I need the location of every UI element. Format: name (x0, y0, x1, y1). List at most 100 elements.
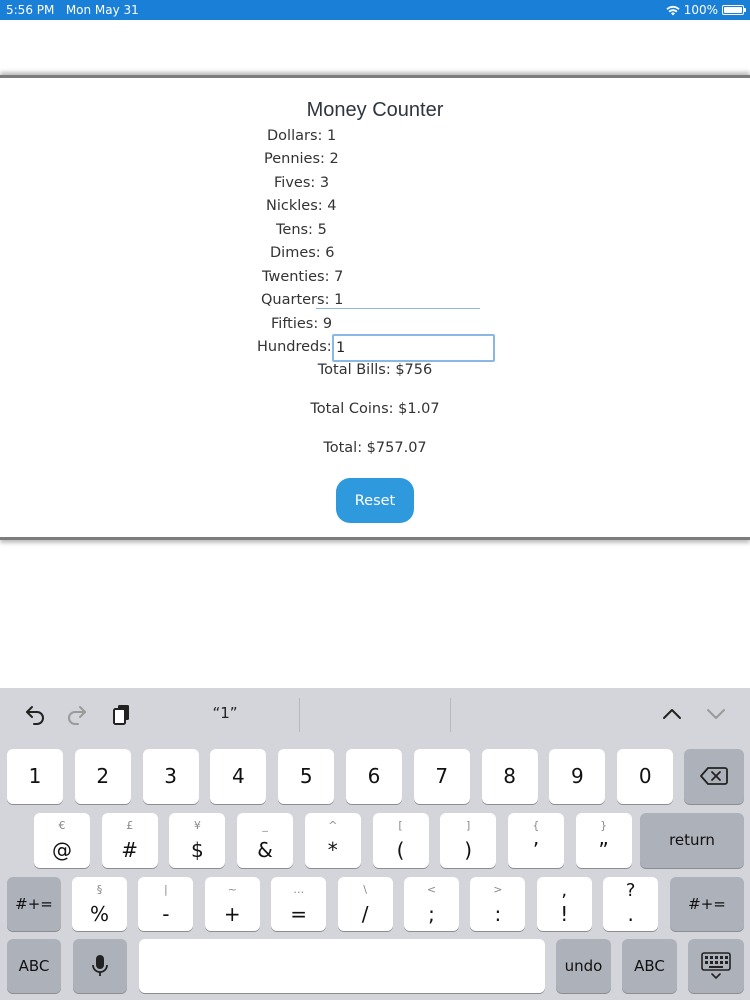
key-label: 5 (299, 764, 313, 788)
key-alt-label: £ (126, 819, 134, 832)
key-6[interactable]: 6 (346, 749, 402, 804)
hundreds-label: Hundreds: (257, 339, 332, 355)
key--[interactable]: | - (138, 877, 194, 931)
key-=[interactable]: … = (271, 877, 327, 931)
key-label: - (162, 902, 170, 926)
twenties-value[interactable]: 7 (334, 269, 343, 285)
nickles-value[interactable]: 4 (327, 198, 336, 214)
key-label: ABC (18, 957, 50, 975)
dismiss-keyboard-key[interactable] (688, 939, 744, 993)
key-5[interactable]: 5 (278, 749, 335, 804)
key-9[interactable]: 9 (549, 749, 606, 804)
key-/[interactable]: \ / (337, 877, 393, 931)
key-.[interactable]: .? (603, 877, 659, 931)
dollars-value[interactable]: 1 (327, 128, 336, 144)
key-label: . (627, 902, 634, 926)
battery-icon (722, 5, 746, 15)
abc-key-right[interactable]: ABC (622, 939, 677, 993)
dollars-label: Dollars: (267, 128, 323, 144)
key-;[interactable]: <; (404, 877, 459, 931)
key-secondary-label: ? (625, 880, 636, 901)
delete-key[interactable] (684, 749, 744, 804)
key-*[interactable]: ^ * (304, 813, 361, 868)
undo-key[interactable]: undo (556, 939, 611, 993)
key-&[interactable]: _ & (237, 813, 294, 868)
key-label: % (89, 902, 109, 926)
quarters-input-underline (316, 308, 480, 309)
key-label: $ (191, 838, 204, 862)
key-label: @ (52, 838, 72, 862)
key-alt-label: \ (363, 883, 367, 896)
key-8[interactable]: 8 (481, 749, 538, 804)
battery-percent: 100% (683, 3, 718, 17)
key-:[interactable]: >: (470, 877, 526, 931)
key-label: : (494, 902, 502, 926)
symbols-key-right[interactable]: #+= (670, 877, 744, 931)
grand-total: Total: $757.07 (323, 440, 427, 456)
key-alt-label: { (532, 819, 540, 832)
tens-label: Tens: (276, 222, 313, 238)
key-alt-label: _ (262, 819, 268, 832)
key-+[interactable]: ~ + (204, 877, 260, 931)
key-![interactable]: !, (536, 877, 592, 931)
tens-row: Tens: 5 (276, 222, 327, 238)
chevron-up-icon[interactable] (660, 702, 684, 726)
key-2[interactable]: 2 (74, 749, 131, 804)
dimes-value[interactable]: 6 (325, 245, 334, 261)
return-key[interactable]: return (640, 813, 744, 868)
key-alt-label: ] (466, 819, 471, 832)
space-key[interactable] (139, 939, 545, 993)
key-([interactable]: [( (372, 813, 429, 868)
key-label: 2 (96, 764, 110, 788)
pennies-row: Pennies: 2 (264, 151, 339, 167)
hundreds-input[interactable] (332, 334, 495, 362)
page-title: Money Counter (306, 99, 444, 121)
key-’[interactable]: {’ (507, 813, 564, 868)
key-label: ! (560, 902, 569, 926)
tens-value[interactable]: 5 (318, 222, 327, 238)
key-0[interactable]: 0 (617, 749, 674, 804)
key-alt-label: § (96, 883, 103, 896)
chevron-down-icon[interactable] (704, 702, 728, 726)
redo-icon[interactable] (64, 702, 90, 726)
total-bills: Total Bills: $756 (317, 362, 433, 378)
quarters-value[interactable]: 1 (334, 292, 343, 308)
microphone-icon (92, 955, 108, 976)
status-time: 5:56 PM Mon May 31 (6, 3, 139, 17)
key-$[interactable]: ¥ $ (169, 813, 226, 868)
fives-value[interactable]: 3 (320, 175, 329, 191)
key-#[interactable]: £ # (101, 813, 158, 868)
fifties-value[interactable]: 9 (323, 316, 332, 332)
symbols-key-left[interactable]: #+= (7, 877, 61, 931)
key-label: 1 (28, 764, 42, 788)
total-coins: Total Coins: $1.07 (310, 401, 440, 417)
dictation-key[interactable] (73, 939, 127, 993)
key-1[interactable]: 1 (7, 749, 63, 804)
reset-button[interactable]: Reset (336, 478, 414, 523)
toolbar-separator (450, 698, 451, 732)
pennies-value[interactable]: 2 (330, 151, 339, 167)
key-4[interactable]: 4 (210, 749, 267, 804)
key-%[interactable]: §% (72, 877, 127, 931)
key-label: ( (396, 838, 405, 862)
key-@[interactable]: € @ (34, 813, 90, 868)
undo-icon[interactable] (22, 702, 48, 726)
predictive-suggestion[interactable]: “1” (160, 704, 290, 722)
key-3[interactable]: 3 (142, 749, 199, 804)
abc-key-left[interactable]: ABC (7, 939, 61, 993)
key-label: 4 (232, 764, 245, 788)
key-alt-label: € (58, 819, 66, 832)
key-7[interactable]: 7 (413, 749, 470, 804)
fives-label: Fives: (274, 175, 316, 191)
key-”[interactable]: }” (575, 813, 632, 868)
key-alt-label: < (426, 883, 437, 896)
key-label: = (290, 902, 308, 926)
key-label: * (327, 838, 338, 862)
key-)[interactable]: ]) (440, 813, 497, 868)
twenties-label: Twenties: (262, 269, 330, 285)
pennies-label: Pennies: (264, 151, 325, 167)
paste-icon[interactable] (110, 702, 134, 726)
key-label: ; (428, 902, 435, 926)
keyboard-toolbar: “1” (0, 688, 750, 744)
hundreds-row: Hundreds: (257, 339, 332, 355)
